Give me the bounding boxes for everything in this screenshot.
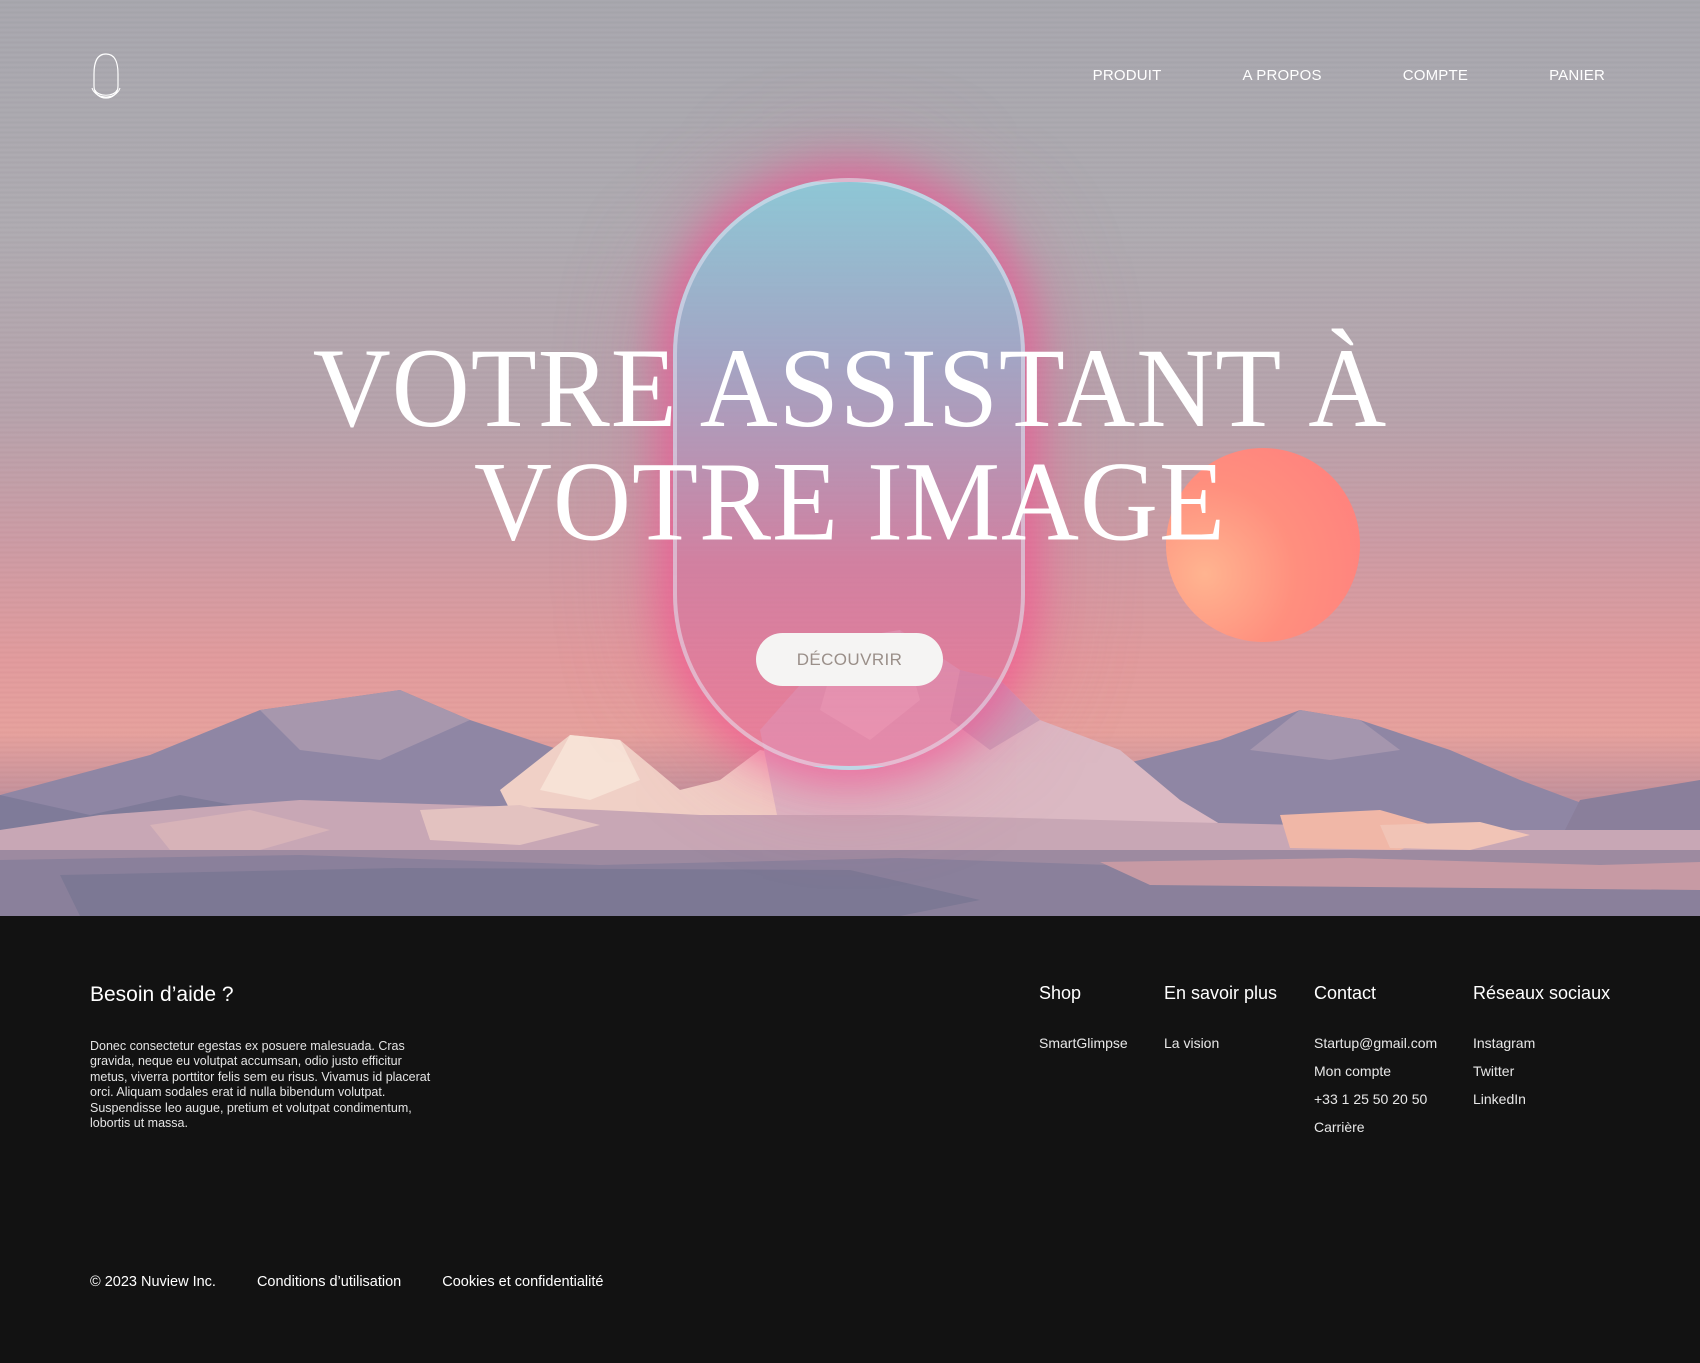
footer-link-phone[interactable]: +33 1 25 50 20 50 xyxy=(1314,1091,1437,1107)
column-title: Réseaux sociaux xyxy=(1473,983,1611,1003)
footer-bottom-bar: © 2023 Nuview Inc. Conditions d’utilisat… xyxy=(90,1274,603,1290)
column-title: En savoir plus xyxy=(1164,983,1278,1003)
footer-link-email[interactable]: Startup@gmail.com xyxy=(1314,1035,1437,1051)
nuview-logo-icon[interactable] xyxy=(86,52,126,100)
footer-column-en-savoir-plus: En savoir plus La vision xyxy=(1164,983,1277,1063)
nav-compte[interactable]: COMPTE xyxy=(1403,67,1468,84)
discover-button[interactable]: DÉCOUVRIR xyxy=(756,633,943,686)
nav-produit[interactable]: PRODUIT xyxy=(1093,67,1162,84)
copyright-text: © 2023 Nuview Inc. xyxy=(90,1274,216,1290)
hero-headline: VOTRE ASSISTANT À VOTRE IMAGE xyxy=(0,326,1700,565)
footer-link-smartglimpse[interactable]: SmartGlimpse xyxy=(1039,1035,1128,1051)
footer-link-instagram[interactable]: Instagram xyxy=(1473,1035,1610,1051)
site-footer: Besoin d’aide ? Donec consectetur egesta… xyxy=(0,916,1700,1363)
footer-link-carriere[interactable]: Carrière xyxy=(1314,1119,1437,1135)
headline-line-1: VOTRE ASSISTANT À xyxy=(312,326,1388,452)
footer-link-la-vision[interactable]: La vision xyxy=(1164,1035,1277,1051)
footer-column-shop: Shop SmartGlimpse xyxy=(1039,983,1128,1063)
help-title: Besoin d’aide ? xyxy=(90,983,234,1006)
nav-a-propos[interactable]: A PROPOS xyxy=(1243,67,1322,84)
headline-line-2: VOTRE IMAGE xyxy=(474,439,1226,565)
privacy-link[interactable]: Cookies et confidentialité xyxy=(442,1274,603,1290)
terms-link[interactable]: Conditions d’utilisation xyxy=(257,1274,401,1290)
footer-column-reseaux-sociaux: Réseaux sociaux Instagram Twitter Linked… xyxy=(1473,983,1610,1119)
footer-link-mon-compte[interactable]: Mon compte xyxy=(1314,1063,1437,1079)
hero-section: PRODUIT A PROPOS COMPTE PANIER VOTRE ASS… xyxy=(0,0,1700,916)
nav-panier[interactable]: PANIER xyxy=(1549,67,1605,84)
column-title: Contact xyxy=(1314,983,1377,1003)
help-description: Donec consectetur egestas ex posuere mal… xyxy=(90,1039,431,1131)
main-navigation: PRODUIT A PROPOS COMPTE PANIER xyxy=(1093,67,1605,84)
footer-column-contact: Contact Startup@gmail.com Mon compte +33… xyxy=(1314,983,1437,1147)
footer-link-twitter[interactable]: Twitter xyxy=(1473,1063,1610,1079)
footer-link-linkedin[interactable]: LinkedIn xyxy=(1473,1091,1610,1107)
column-title: Shop xyxy=(1039,983,1082,1003)
